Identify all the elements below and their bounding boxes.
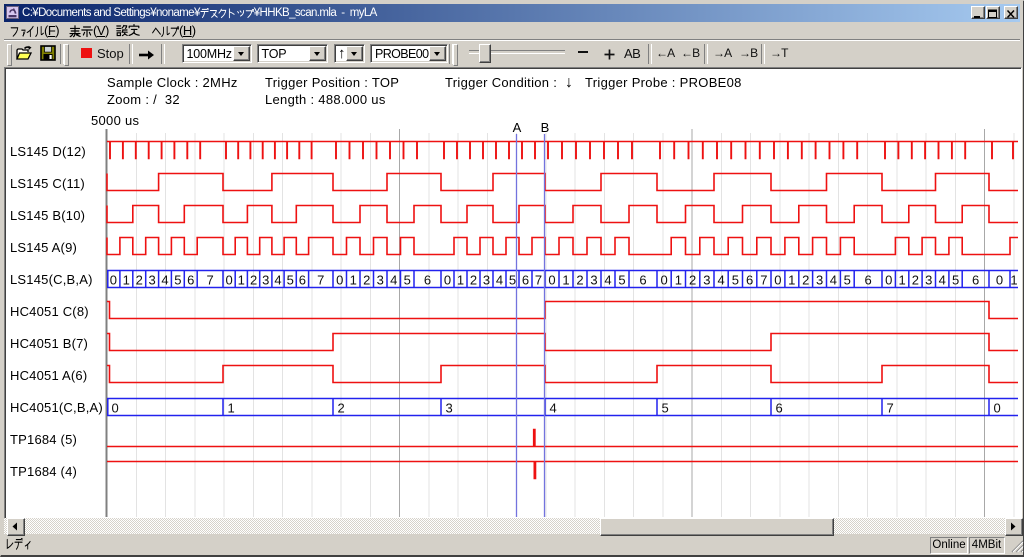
- svg-text:2: 2: [470, 273, 477, 288]
- svg-text:2: 2: [363, 273, 370, 288]
- svg-text:4: 4: [830, 273, 837, 288]
- svg-text:6: 6: [639, 273, 646, 288]
- svg-text:0: 0: [225, 273, 232, 288]
- svg-text:7: 7: [535, 273, 542, 288]
- svg-text:6: 6: [972, 273, 979, 288]
- svg-text:0: 0: [112, 401, 119, 416]
- svg-text:3: 3: [377, 273, 384, 288]
- svg-text:5: 5: [174, 273, 181, 288]
- svg-text:1: 1: [238, 273, 245, 288]
- svg-text:1: 1: [350, 273, 357, 288]
- svg-text:1: 1: [788, 273, 795, 288]
- svg-text:0: 0: [774, 273, 781, 288]
- svg-text:A: A: [513, 120, 522, 135]
- svg-text:7: 7: [760, 273, 767, 288]
- svg-text:5: 5: [287, 273, 294, 288]
- svg-text:0: 0: [110, 273, 117, 288]
- svg-text:5: 5: [732, 273, 739, 288]
- svg-text:1: 1: [123, 273, 130, 288]
- svg-text:1: 1: [1010, 273, 1017, 288]
- svg-text:6: 6: [864, 273, 871, 288]
- svg-text:4: 4: [390, 273, 397, 288]
- svg-text:3: 3: [925, 273, 932, 288]
- svg-text:6: 6: [746, 273, 753, 288]
- svg-text:0: 0: [444, 273, 451, 288]
- svg-text:0: 0: [660, 273, 667, 288]
- svg-text:4: 4: [274, 273, 281, 288]
- svg-text:5: 5: [952, 273, 959, 288]
- svg-text:1: 1: [675, 273, 682, 288]
- svg-text:6: 6: [522, 273, 529, 288]
- svg-text:0: 0: [548, 273, 555, 288]
- svg-text:4: 4: [717, 273, 724, 288]
- svg-text:2: 2: [689, 273, 696, 288]
- svg-text:2: 2: [802, 273, 809, 288]
- svg-text:5: 5: [404, 273, 411, 288]
- svg-text:6: 6: [776, 401, 783, 416]
- svg-text:3: 3: [816, 273, 823, 288]
- svg-text:3: 3: [148, 273, 155, 288]
- svg-text:B: B: [541, 120, 550, 135]
- svg-text:0: 0: [994, 401, 1001, 416]
- svg-text:2: 2: [338, 401, 345, 416]
- svg-text:5: 5: [509, 273, 516, 288]
- svg-text:3: 3: [446, 401, 453, 416]
- svg-text:1: 1: [457, 273, 464, 288]
- svg-text:6: 6: [299, 273, 306, 288]
- svg-text:5: 5: [618, 273, 625, 288]
- svg-text:7: 7: [887, 401, 894, 416]
- svg-text:1: 1: [562, 273, 569, 288]
- svg-text:2: 2: [136, 273, 143, 288]
- svg-text:7: 7: [317, 273, 324, 288]
- svg-text:4: 4: [939, 273, 946, 288]
- svg-text:0: 0: [996, 273, 1003, 288]
- svg-text:0: 0: [336, 273, 343, 288]
- svg-text:5: 5: [844, 273, 851, 288]
- svg-text:7: 7: [206, 273, 213, 288]
- svg-text:1: 1: [228, 401, 235, 416]
- svg-text:2: 2: [250, 273, 257, 288]
- svg-text:3: 3: [262, 273, 269, 288]
- svg-text:4: 4: [161, 273, 168, 288]
- svg-text:6: 6: [424, 273, 431, 288]
- svg-text:5: 5: [662, 401, 669, 416]
- svg-text:2: 2: [576, 273, 583, 288]
- svg-text:3: 3: [483, 273, 490, 288]
- svg-text:3: 3: [590, 273, 597, 288]
- svg-text:6: 6: [187, 273, 194, 288]
- svg-text:2: 2: [912, 273, 919, 288]
- svg-text:4: 4: [496, 273, 503, 288]
- svg-text:3: 3: [703, 273, 710, 288]
- svg-text:0: 0: [885, 273, 892, 288]
- svg-text:4: 4: [604, 273, 611, 288]
- svg-text:4: 4: [550, 401, 557, 416]
- svg-text:1: 1: [898, 273, 905, 288]
